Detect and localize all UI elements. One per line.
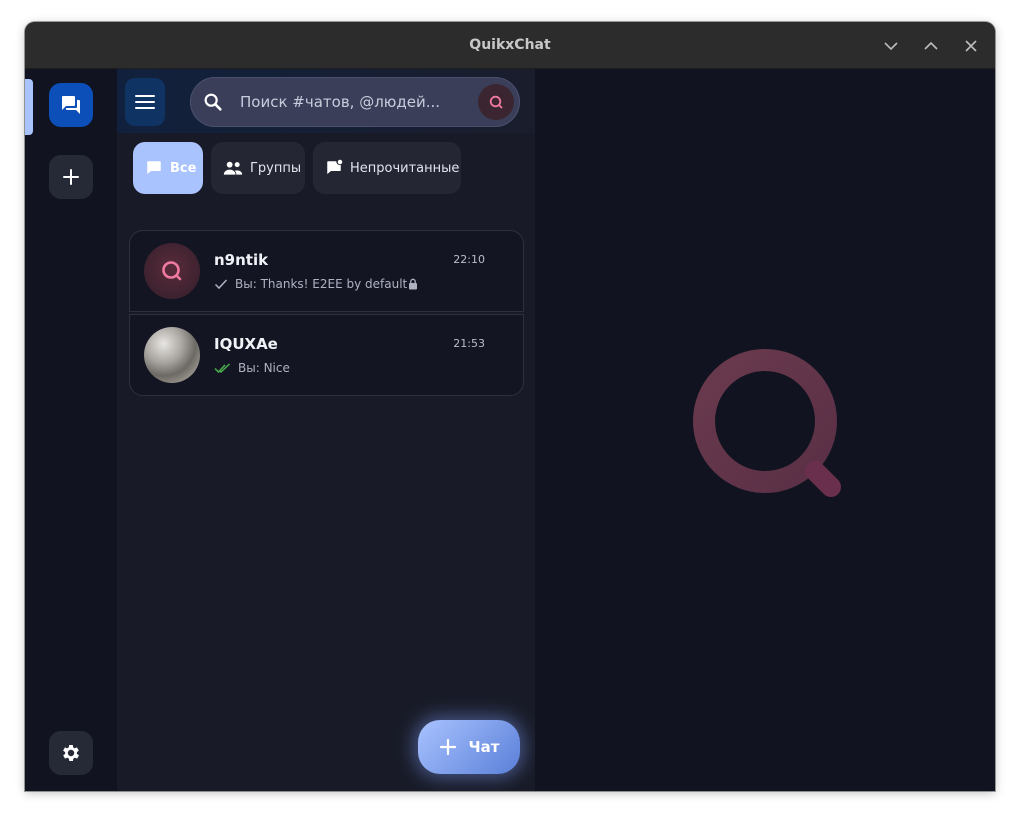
filter-chip-all[interactable]: Все: [133, 142, 203, 194]
chat-preview-text: Вы: Nice: [238, 361, 290, 375]
hamburger-icon: [135, 95, 155, 109]
new-chat-label: Чат: [468, 738, 500, 756]
search-icon: [204, 93, 222, 111]
filter-chip-label: Группы: [250, 160, 302, 176]
plus-icon: [439, 738, 456, 756]
close-icon: [965, 40, 977, 52]
list-header: [117, 69, 535, 133]
chat-list-item[interactable]: IQUXAe 21:53 Вы: Nice: [129, 314, 524, 396]
lock-icon: [409, 278, 418, 290]
title-bar: QuikxChat: [25, 22, 995, 69]
quikx-logo-icon: [162, 261, 182, 281]
chevron-down-icon: [884, 42, 898, 51]
rail-chats-button[interactable]: [49, 83, 93, 127]
chat-avatar: [144, 243, 200, 299]
search-input[interactable]: [240, 90, 470, 114]
chat-bubble-icon: [147, 161, 161, 174]
chat-preview-text: Вы: Thanks! E2EE by default: [235, 277, 408, 291]
rail-active-indicator: [25, 79, 33, 135]
account-avatar[interactable]: [478, 84, 514, 120]
chat-name: n9ntik: [214, 251, 269, 269]
chat-detail-pane: [535, 69, 995, 791]
new-chat-button[interactable]: Чат: [418, 720, 520, 774]
check-icon: [214, 279, 228, 290]
quikx-logo-icon: [693, 349, 841, 497]
chat-bubbles-icon: [62, 96, 80, 114]
double-check-icon: [214, 363, 231, 374]
window-title: QuikxChat: [469, 37, 551, 53]
app-window: QuikxChat Поиск #чатов, @людей... Все Гр…: [25, 22, 995, 791]
chat-name: IQUXAe: [214, 335, 278, 353]
search-bar[interactable]: [190, 77, 520, 127]
quikx-logo-icon: [489, 95, 503, 109]
chat-preview: Вы: Thanks! E2EE by default: [214, 277, 425, 291]
menu-button[interactable]: [125, 78, 165, 126]
filter-chip-label: Непрочитанные: [350, 160, 460, 176]
chat-time: 21:53: [453, 337, 485, 350]
rail-settings-button[interactable]: [49, 731, 93, 775]
maximize-button[interactable]: [921, 36, 941, 56]
unread-chat-icon: [327, 159, 343, 174]
minimize-button[interactable]: [881, 36, 901, 56]
gear-icon: [63, 745, 79, 761]
chevron-up-icon: [924, 41, 938, 50]
filter-chip-groups[interactable]: Группы: [211, 142, 305, 194]
close-button[interactable]: [961, 36, 981, 56]
plus-icon: [63, 169, 79, 185]
filter-chip-label: Все: [170, 160, 197, 176]
people-icon: [223, 161, 243, 175]
filter-chip-unread[interactable]: Непрочитанные: [313, 142, 461, 194]
nav-rail: [25, 69, 117, 791]
chat-time: 22:10: [453, 253, 485, 266]
rail-add-button[interactable]: [49, 155, 93, 199]
chat-avatar: [144, 327, 200, 383]
chat-list-item[interactable]: n9ntik 22:10 Вы: Thanks! E2EE by default: [129, 230, 524, 312]
chat-list-pane: Все Группы Непрочитанные: [117, 69, 535, 791]
chat-preview: Вы: Nice: [214, 361, 290, 375]
